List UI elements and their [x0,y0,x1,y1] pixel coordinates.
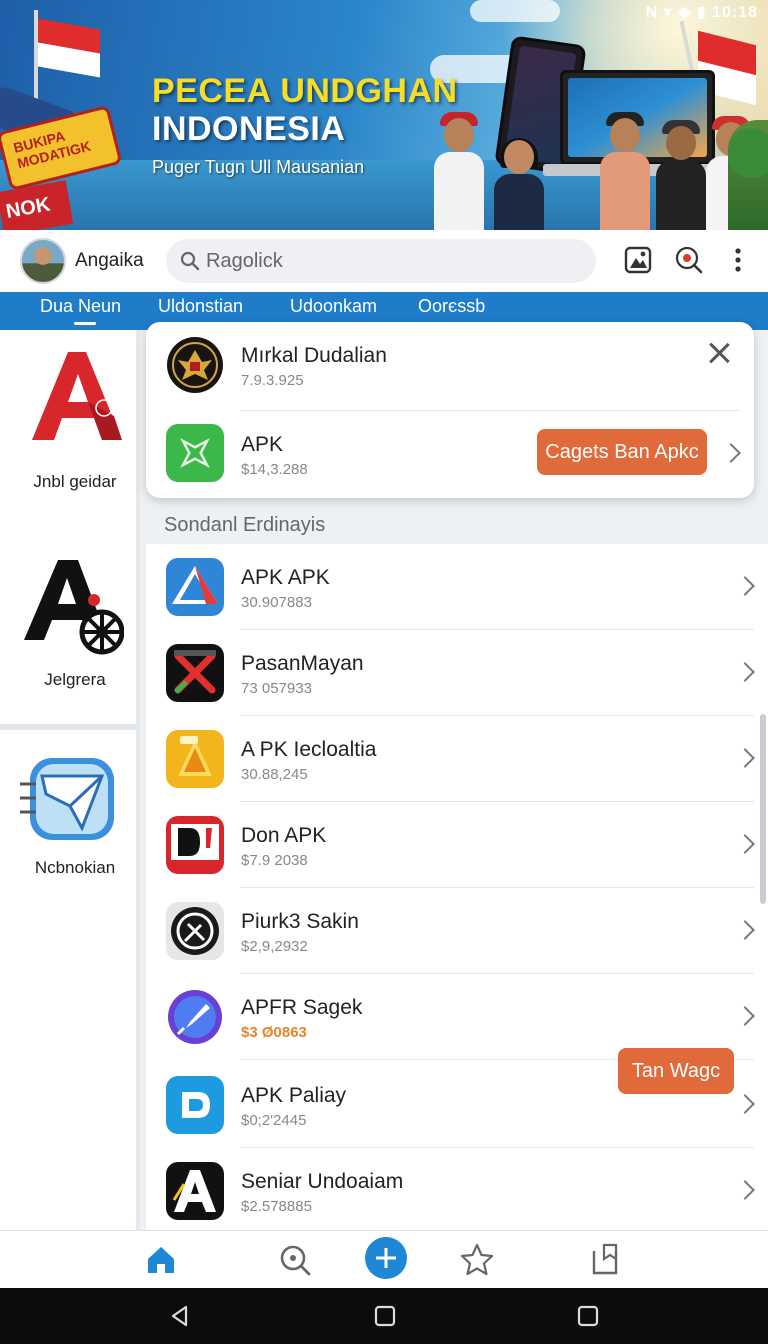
banner-person [494,138,544,230]
banner-tree [728,120,768,230]
search-icon[interactable] [276,1241,314,1279]
list-item-title: Don APK [241,824,327,847]
add-icon[interactable] [364,1236,408,1280]
chevron-right-icon [735,920,755,940]
system-navigation [0,1288,768,1344]
red-x-app-icon [166,644,224,702]
list-item-subtitle: 30.88,245 [241,766,308,783]
blue-triangle-app-icon [166,558,224,616]
list-item-subtitle: $0;2'2445 [241,1112,307,1129]
get-apk-button[interactable]: Cagets Ban Apkc [537,429,707,475]
list-item-subtitle: $3 Ø0863 [241,1024,307,1041]
list-item-title: APK Paliay [241,1084,347,1107]
bookmark-icon[interactable] [586,1241,624,1279]
home-square-icon[interactable] [373,1304,397,1328]
list-item-title: APFR Sagek [241,996,363,1019]
recents-icon[interactable] [576,1304,600,1328]
chevron-right-icon [735,576,755,596]
sidebar-item-label: Ncbnokian [34,858,116,877]
tab-dua-neun[interactable]: Dua Neun [40,296,121,326]
popup-item[interactable]: APK $14,3.288 Cagets Ban Apkc [146,411,754,497]
sidebar-item-label: Jelgrera [44,670,106,689]
more-vertical-icon[interactable] [722,244,754,276]
header-bar: Angaika [0,230,768,292]
a-gear-app-icon [24,560,124,655]
blue-d-app-icon [166,1076,224,1134]
image-icon[interactable] [622,244,654,276]
scrollbar[interactable] [760,714,766,904]
banner-title: PECEA UNDGHAN INDONESIA [152,72,458,148]
list-item[interactable]: Don APK $7.9 2038 [146,802,768,888]
category-sidebar: Jnbl geidar Jelgrera Ncbnokian [0,330,140,1230]
star-icon[interactable] [458,1241,496,1279]
list-item-subtitle: $2,9,2932 [241,938,308,955]
banner-person [434,112,484,230]
popup-item-title: Mırkal Dudalian [241,344,387,367]
suggestion-popup: Mırkal Dudalian 7.9.3.925 APK $14,3.288 … [146,322,754,498]
list-item-subtitle: $2.578885 [241,1198,312,1215]
app-list: APK APK 30.907883 PasanMayan 73 057933 A… [146,544,768,1230]
list-item[interactable]: PasanMayan 73 057933 [146,630,768,716]
home-icon[interactable] [142,1241,180,1279]
list-item-subtitle: $7.9 2038 [241,852,308,869]
floating-action-button[interactable]: Tan Wagc [618,1048,734,1094]
sidebar-item-jelgrera[interactable]: Jelgrera [0,556,140,706]
search-input[interactable] [206,239,586,283]
purple-rocket-app-icon [168,990,222,1044]
list-item[interactable]: Seniar Undoaiam $2.578885 [146,1148,768,1230]
chevron-right-icon [735,1094,755,1114]
search-icon [180,251,200,271]
list-item[interactable]: A PK Iecloaltia 30.88,245 [146,716,768,802]
sidebar-item-jnbl-geidar[interactable]: Jnbl geidar [0,348,140,498]
status-bar: N ▾ ◆ ▮ 10:18 [645,4,758,21]
popup-item-subtitle: 7.9.3.925 [241,372,304,389]
promo-banner[interactable]: BUKIPA MODATIGK NOK PECEA UNDGHAN INDONE… [0,0,768,230]
orange-on-app-icon [166,730,224,788]
red-a-app-icon [32,352,122,440]
sidebar-divider [0,724,140,730]
black-compass-app-icon [166,902,224,960]
chevron-right-icon [721,443,741,463]
chevron-right-icon [735,748,755,768]
black-a-app-icon [166,1162,224,1220]
list-item-title: A PK Iecloaltia [241,738,377,761]
chevron-right-icon [735,1180,755,1200]
sidebar-item-label: Jnbl geidar [33,472,117,491]
tag-search-icon[interactable] [673,244,705,276]
chevron-right-icon [735,1006,755,1026]
sidebar-item-ncbnokian[interactable]: Ncbnokian [0,754,140,904]
blue-envelope-app-icon [20,758,114,840]
bottom-navigation [0,1230,768,1288]
user-name: Angaika [75,250,144,271]
banner-cloud [470,0,560,22]
list-item-title: Piurk3 Sakin [241,910,359,933]
list-item[interactable]: APK APK 30.907883 [146,544,768,630]
list-item[interactable]: Piurk3 Sakin $2,9,2932 [146,888,768,974]
banner-person [600,112,650,230]
list-item-title: APK APK [241,566,330,589]
list-item-title: Seniar Undoaiam [241,1170,404,1193]
popup-item-subtitle: $14,3.288 [241,461,308,478]
popup-item[interactable]: Mırkal Dudalian 7.9.3.925 [146,322,754,411]
back-icon[interactable] [168,1304,192,1328]
search-bar[interactable] [166,239,596,283]
list-item-title: PasanMayan [241,652,364,675]
list-item-subtitle: 30.907883 [241,594,312,611]
avatar[interactable] [20,238,66,284]
green-star-app-icon [166,424,224,482]
popup-item-title: APK [241,433,284,456]
banner-subtitle: Puger Tugn Ull Mausanian [152,157,365,177]
chevron-right-icon [735,834,755,854]
red-d-app-icon [166,816,224,874]
chevron-right-icon [735,662,755,682]
list-item-subtitle: 73 057933 [241,680,312,697]
banner-person [656,120,706,230]
section-title: Sondanl Erdinayis [164,514,326,536]
garuda-emblem-icon [167,337,223,393]
